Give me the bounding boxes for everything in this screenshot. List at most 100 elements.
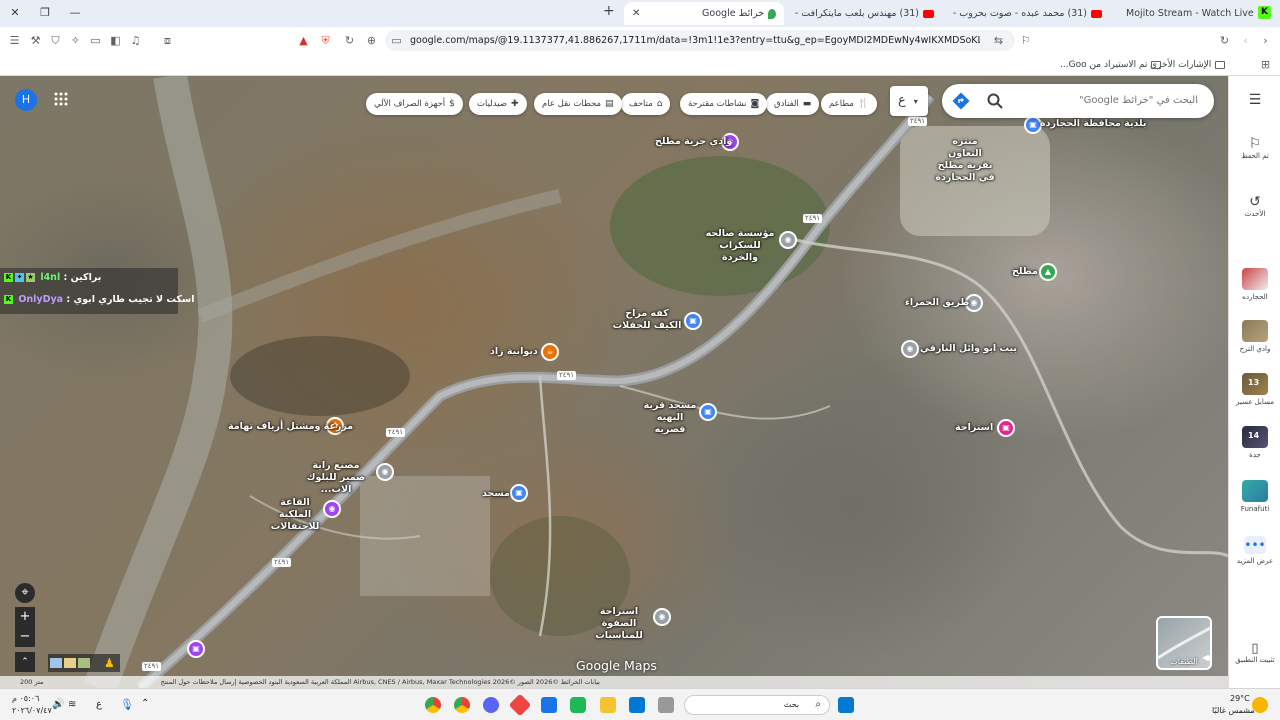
clock-time[interactable]: ٠٥:٠٦ م (12, 694, 39, 703)
microphone-icon[interactable]: 🎙 (120, 698, 134, 711)
rail-install-app[interactable]: ▯ تثبيت التطبيق (1229, 641, 1280, 664)
url-text[interactable]: google.com/maps/@19.1137377,41.886267,17… (410, 30, 980, 51)
chip-atms[interactable]: $أجهزة الصراف الآلي (366, 93, 463, 115)
poi-label[interactable]: مطلح (1012, 266, 1038, 278)
rail-saved[interactable]: ⚐ تم الحفظ (1229, 136, 1280, 160)
new-tab-button[interactable]: + (603, 3, 615, 19)
address-bar[interactable]: ▭ google.com/maps/@19.1137377,41.886267,… (385, 30, 1015, 51)
layers-button[interactable]: الطبقات (1156, 616, 1212, 670)
chip-transit[interactable]: ▤محطات نقل عام (534, 93, 622, 115)
map-thumb[interactable] (78, 658, 90, 668)
chip-things-to-do[interactable]: ◙نشاطات مقترحة (680, 93, 768, 115)
close-window-icon[interactable]: ✕ (4, 4, 26, 22)
share-icon[interactable]: ↻ (342, 33, 357, 48)
reload-icon[interactable]: ↻ (1217, 33, 1232, 48)
file-explorer-icon[interactable] (600, 697, 616, 713)
taskbar-search-input[interactable]: بحث (784, 700, 799, 709)
poi-marker[interactable]: ▣ (510, 484, 528, 502)
layer-thumbnails[interactable]: ♟ (48, 654, 120, 672)
poi-label[interactable]: استراحة الصفوة للمناسبات (585, 606, 653, 642)
poi-marker[interactable]: ◉ (901, 340, 919, 358)
poi-marker[interactable]: ▣ (187, 640, 205, 658)
search-input[interactable]: البحث في "خرائط Google" (1079, 84, 1198, 118)
rail-recent-place[interactable]: 13 مسايل عسير (1229, 373, 1280, 406)
app-icon[interactable] (541, 697, 557, 713)
my-location-button[interactable]: ⌖ (15, 583, 35, 603)
poi-marker[interactable]: ◉ (779, 231, 797, 249)
chip-restaurants[interactable]: 🍴مطاعم (821, 93, 878, 115)
weather-sun-icon[interactable] (1252, 697, 1268, 713)
rail-recent-place[interactable]: وادي الترح (1229, 320, 1280, 353)
poi-label[interactable]: مؤسسة صالحه للسكراب والخردة (705, 228, 775, 264)
chip-museums[interactable]: ⌂متاحف (621, 93, 671, 115)
tab-youtube-music[interactable]: (31) محمد عبده - صوت بحروب - اليوتيوب (950, 2, 1110, 25)
language-indicator[interactable]: ع (96, 699, 102, 710)
rail-recent-place[interactable]: 14 جدة (1229, 426, 1280, 459)
pegman-icon[interactable]: ♟ (104, 656, 115, 670)
minimize-window-icon[interactable]: — (64, 4, 86, 22)
tab-google-maps[interactable]: خرائط Google ✕ (624, 2, 784, 25)
tab-kick[interactable]: Mojito Stream - Watch Live on Kick (1118, 2, 1254, 25)
poi-label[interactable]: استراحة (955, 422, 993, 434)
chip-pharmacies[interactable]: ✚ صيدليات (469, 93, 527, 115)
poi-marker[interactable]: ▣ (997, 419, 1015, 437)
chip-hotels[interactable]: ▬الفنادق (766, 93, 820, 115)
rail-recent-place[interactable]: الحجارده (1229, 268, 1280, 301)
music-icon[interactable]: ♫ (128, 33, 143, 48)
poi-marker[interactable]: ☕ (541, 343, 559, 361)
user-avatar[interactable]: H (15, 89, 37, 111)
warning-icon[interactable]: ▲ (296, 33, 311, 48)
poi-marker[interactable]: ▲ (1039, 263, 1057, 281)
chrome-profile-icon[interactable] (454, 697, 470, 713)
tray-chevron-icon[interactable]: ⌃ (141, 698, 149, 709)
weather-temp[interactable]: 29°C (1230, 694, 1250, 703)
bookmark-imported[interactable]: تم الاستيراد من Goo... (1060, 57, 1162, 73)
brave-shield-icon[interactable]: ⛨ (318, 33, 333, 48)
extension-icon[interactable]: ⚒ (28, 33, 43, 48)
wallet-icon[interactable]: ▭ (88, 33, 103, 48)
poi-label[interactable]: ديوانية زاد (490, 346, 538, 358)
poi-label[interactable]: وادي جرية مطلح (655, 136, 732, 148)
rail-menu-button[interactable]: ☰ (1229, 92, 1280, 108)
screenshot-icon[interactable]: ⧈ (160, 33, 175, 48)
google-apps-icon[interactable] (54, 92, 68, 106)
site-info-icon[interactable]: ▭ (389, 33, 404, 48)
poi-label[interactable]: بلدية محافظة الحجاردة (1040, 118, 1146, 130)
poi-marker[interactable]: ▣ (684, 312, 702, 330)
map-thumb[interactable] (50, 658, 62, 668)
poi-label[interactable]: منتزه التعاون بقرية مطلح في الحجاردة (935, 136, 995, 184)
bookmark-star-icon[interactable]: ⚐ (1018, 33, 1033, 48)
poi-marker[interactable]: ▣ (699, 403, 717, 421)
app-icon[interactable] (570, 697, 586, 713)
app-icon[interactable] (508, 693, 532, 717)
language-toggle[interactable]: ع ▾ (890, 86, 928, 116)
shield-icon[interactable]: ⛉ (48, 33, 63, 48)
poi-label[interactable]: مسجد (482, 488, 510, 500)
sidebar-icon[interactable]: ◧ (108, 33, 123, 48)
zoom-out-button[interactable]: − (15, 627, 35, 647)
taskbar-search[interactable]: بحث ⌕ (684, 695, 830, 715)
poi-label[interactable]: مصنع راية صمير للبلوك الاب... (300, 460, 372, 496)
satellite-map[interactable]: ٢٤٩١ ٢٤٩١ ٢٤٩١ ٢٤٩١ ٢٤٩١ ٢٤٩١ ◉ وادي جري… (0, 76, 1228, 688)
poi-marker[interactable]: ◉ (653, 608, 671, 626)
forward-icon[interactable]: ‹ (1238, 33, 1253, 48)
directions-icon[interactable] (952, 92, 970, 110)
attribution-text[interactable]: بيانات الخرائط ©2026 الصور ©2026 Airbus,… (120, 676, 600, 688)
search-icon[interactable] (986, 92, 1004, 110)
store-icon[interactable] (629, 697, 645, 713)
tune-icon[interactable]: ⇆ (991, 33, 1006, 48)
puzzle-icon[interactable]: ✧ (68, 33, 83, 48)
volume-icon[interactable]: 🔊 (52, 699, 64, 710)
rail-show-more[interactable]: ••• عرض المزيد (1229, 536, 1280, 565)
poi-marker[interactable]: ◉ (376, 463, 394, 481)
chrome-icon[interactable] (425, 697, 441, 713)
start-icon[interactable] (838, 697, 854, 713)
rail-recent[interactable]: ↺ الأحدث (1229, 194, 1280, 218)
tab-youtube-minecraft[interactable]: (31) مهندس بلعب مايتكرافت - YouTube (792, 2, 942, 25)
poi-label[interactable]: بيت ابو وائل البارقي (920, 343, 1017, 355)
back-icon[interactable]: › (1258, 33, 1273, 48)
weather-desc[interactable]: مشمس غالبًا (1212, 706, 1255, 715)
rail-recent-place[interactable]: Funafuti (1229, 480, 1280, 513)
poi-label[interactable]: مسجد قرية البهيه قضريه (640, 400, 700, 436)
poi-label[interactable]: مزرعة ومشتل أرياف تهامة (228, 421, 353, 433)
